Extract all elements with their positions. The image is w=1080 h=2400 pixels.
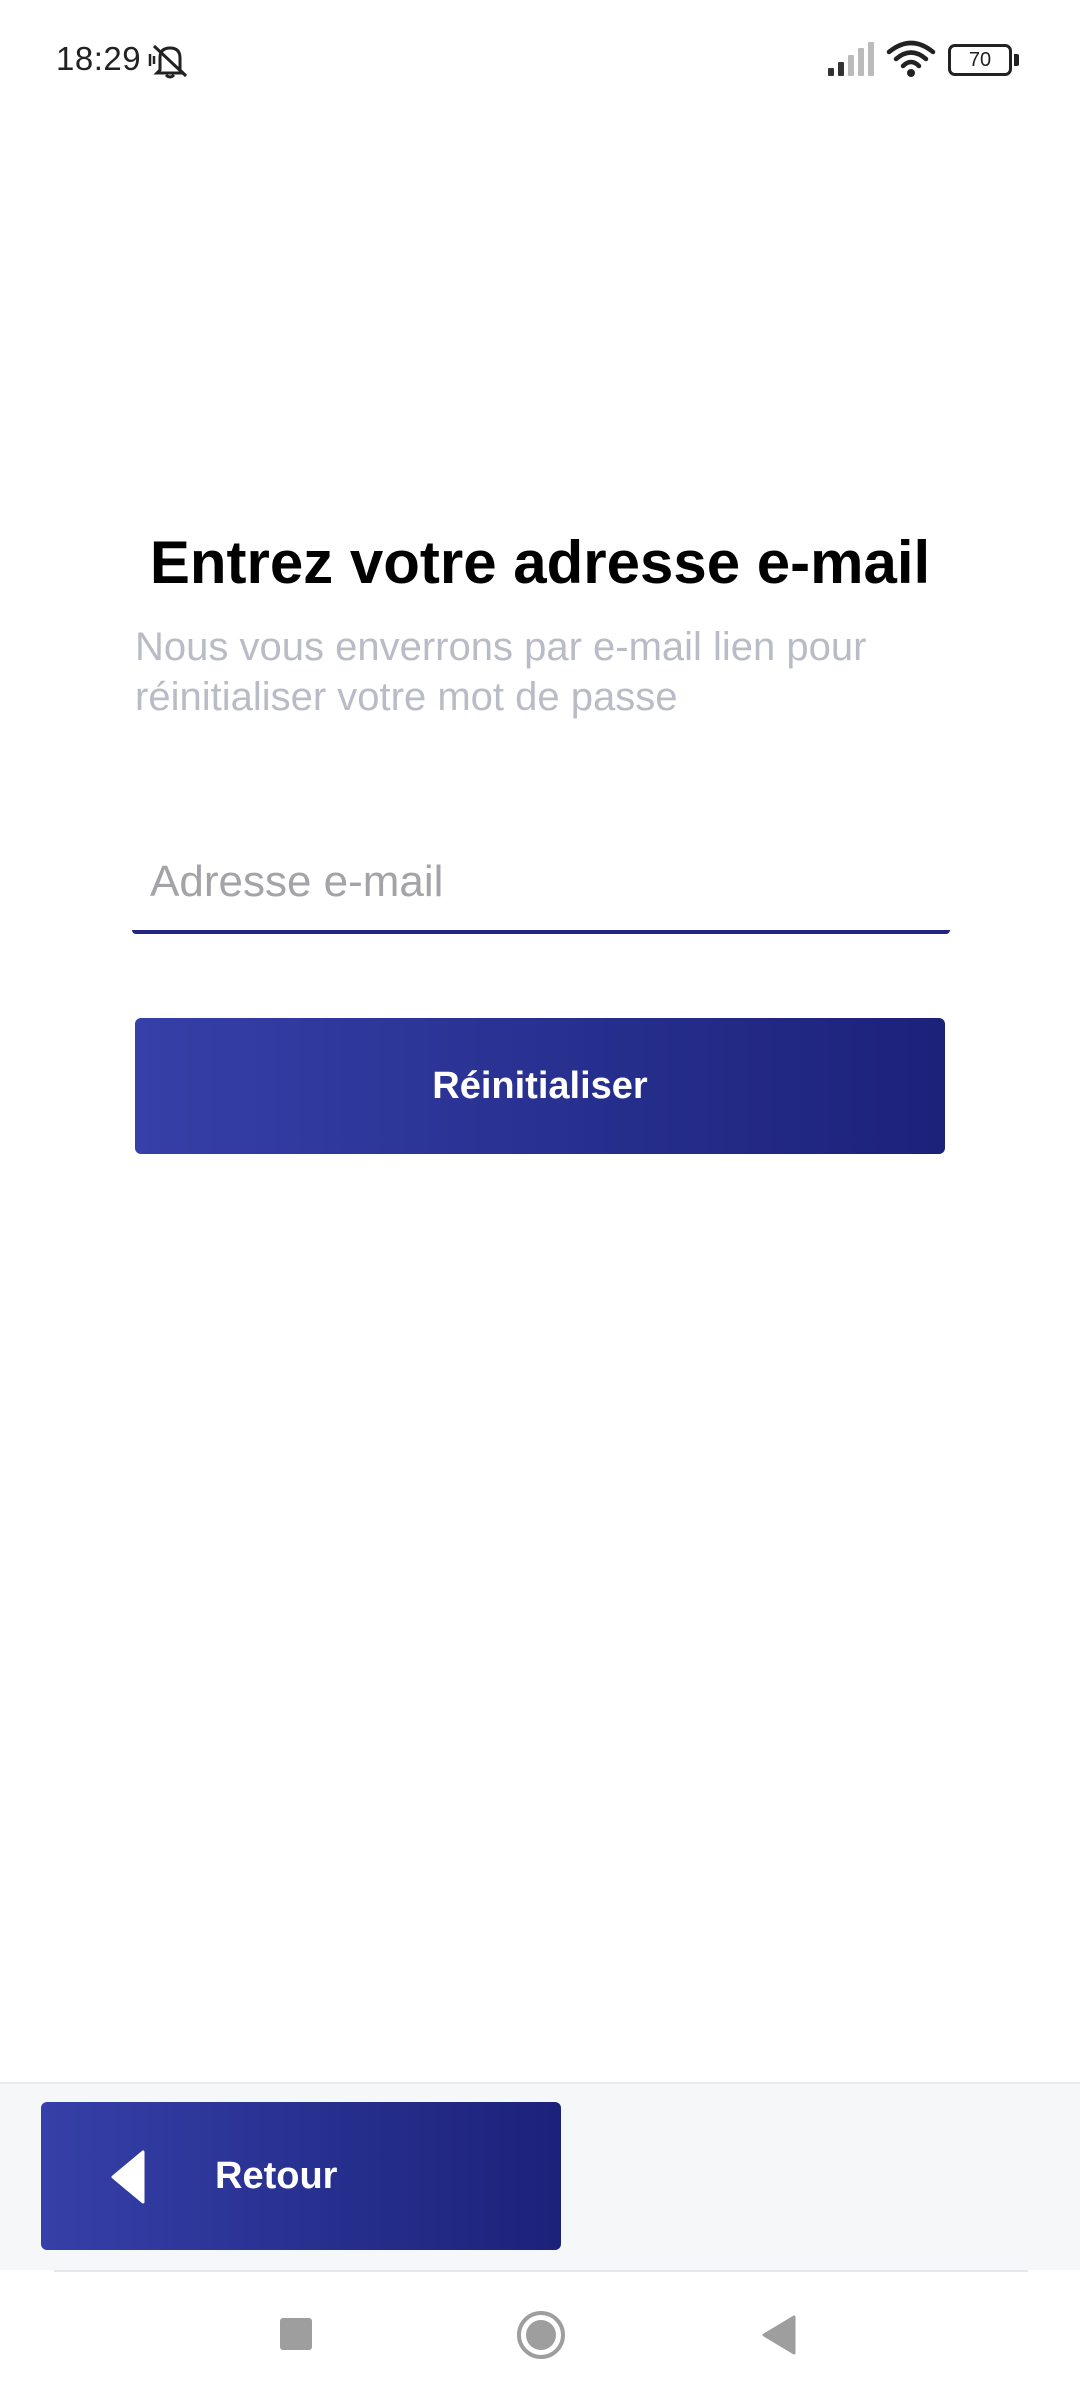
status-time: 18:29	[56, 40, 142, 77]
battery-icon: 70	[948, 44, 1020, 76]
reset-password-screen: 18:29 70 Entrez votre adresse e-mail Nou…	[0, 0, 1080, 2400]
battery-tip	[1014, 54, 1019, 66]
email-input[interactable]	[150, 836, 940, 928]
recents-icon[interactable]	[280, 2318, 312, 2350]
status-bar: 18:29 70	[0, 0, 1080, 120]
back-arrow-icon	[109, 2150, 149, 2204]
home-icon[interactable]	[516, 2310, 566, 2360]
page-title: Entrez votre adresse e-mail	[149, 529, 931, 596]
back-label: Retour	[215, 2155, 338, 2197]
page-subtitle: Nous vous enverrons par e-mail lien pour…	[135, 625, 867, 719]
reset-button[interactable]: Réinitialiser	[135, 1018, 945, 1154]
bottom-bar: Retour	[0, 2082, 1080, 2270]
back-nav-icon[interactable]	[760, 2314, 798, 2356]
wifi-icon	[886, 40, 936, 78]
email-field[interactable]	[132, 836, 950, 934]
mute-icon	[146, 40, 194, 80]
battery-level: 70	[968, 49, 992, 71]
signal-icon	[826, 42, 876, 78]
back-button[interactable]: Retour	[41, 2102, 561, 2250]
navigation-bar	[0, 2272, 1080, 2400]
